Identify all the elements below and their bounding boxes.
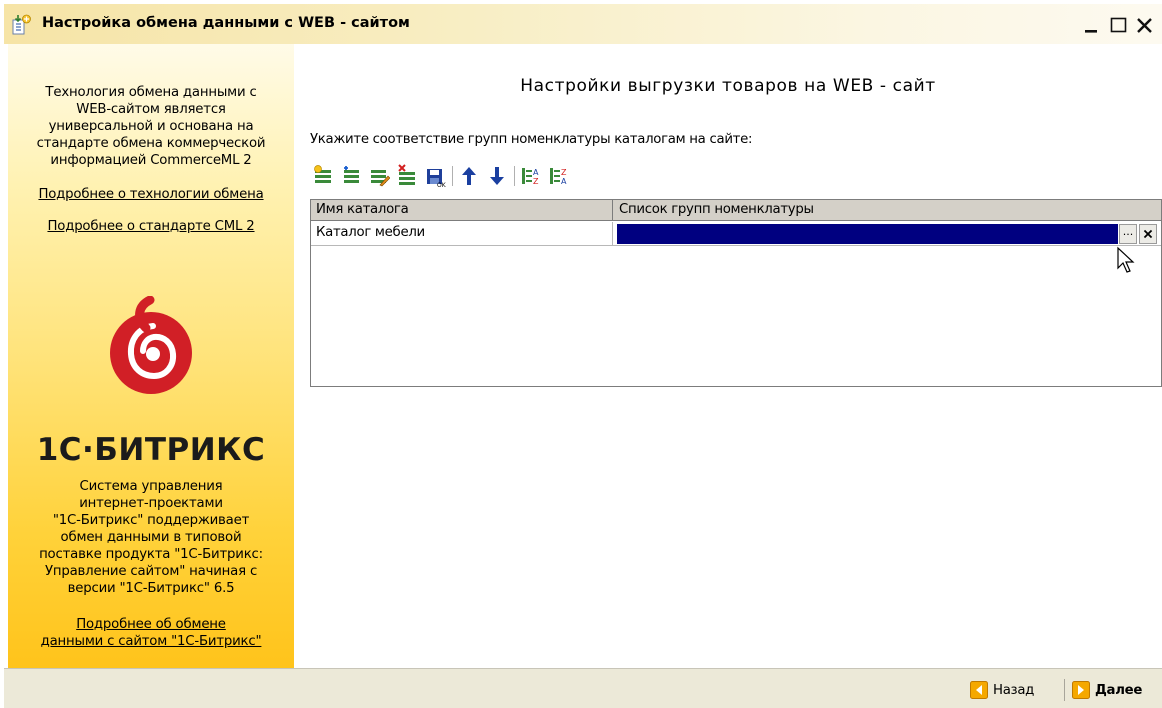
intro-line: информацией CommerceML 2 (50, 153, 252, 168)
instruction-text: Укажите соответствие групп номенклатуры … (310, 132, 753, 147)
close-icon[interactable] (1134, 12, 1156, 36)
edit-row-icon[interactable] (368, 164, 390, 188)
link-technology[interactable]: Подробнее о технологии обмена (8, 186, 294, 203)
column-header-groups[interactable]: Список групп номенклатуры (614, 200, 1161, 220)
select-groups-button[interactable]: ... (1119, 224, 1137, 244)
description-line: "1С-Битрикс" поддерживает (52, 513, 250, 528)
description-line: версии "1С-Битрикс" 6.5 (67, 581, 235, 596)
arrow-right-icon (1072, 681, 1090, 699)
arrow-left-icon (970, 681, 988, 699)
svg-text:A: A (533, 168, 539, 177)
table-row[interactable]: Каталог мебели ... (311, 222, 1161, 246)
svg-text:Z: Z (533, 177, 539, 186)
description-line: Система управления (79, 479, 223, 494)
intro-line: универсальной и основана на (48, 119, 254, 134)
sort-descending-icon[interactable]: Z A (548, 164, 570, 188)
link-cml-standard[interactable]: Подробнее о стандарте CML 2 (8, 218, 294, 235)
catalog-mapping-table: Имя каталога Список групп номенклатуры К… (310, 199, 1162, 387)
link-bitrix-exchange[interactable]: данными с сайтом "1С-Битрикс" (8, 633, 294, 650)
toolbar-separator (514, 166, 515, 186)
move-up-icon[interactable] (458, 164, 480, 188)
intro-line: WEB-сайтом является (76, 102, 226, 117)
title-bar[interactable]: Настройка обмена данными с WEB - сайтом (4, 4, 1162, 44)
groups-input[interactable] (617, 224, 1118, 244)
intro-line: стандарте обмена коммерческой (36, 136, 266, 151)
back-label: Назад (993, 682, 1035, 698)
link-bitrix-exchange[interactable]: Подробнее об обмене (8, 616, 294, 633)
table-toolbar: OK A Z Z A (312, 164, 672, 190)
column-header-catalog-name[interactable]: Имя каталога (311, 200, 613, 220)
footer-separator (1064, 679, 1065, 701)
toolbar-separator (452, 166, 453, 186)
table-header: Имя каталога Список групп номенклатуры (311, 200, 1161, 221)
description-line: обмен данными в типовой (60, 530, 242, 545)
page-title: Настройки выгрузки товаров на WEB - сайт (520, 76, 936, 96)
bitrix-logo-icon (110, 296, 192, 394)
catalog-name-cell[interactable]: Каталог мебели (311, 222, 613, 245)
svg-text:A: A (561, 177, 567, 186)
wizard-footer: Назад Далее (4, 668, 1162, 708)
window-title: Настройка обмена данными с WEB - сайтом (42, 15, 410, 31)
description-line: поставке продукта "1С-Битрикс: (39, 547, 263, 562)
description-line: интернет-проектами (79, 496, 223, 511)
add-row-icon[interactable] (312, 164, 334, 188)
intro-line: Технология обмена данными с (45, 85, 257, 100)
delete-row-icon[interactable] (396, 164, 418, 188)
exchange-settings-window: Настройка обмена данными с WEB - сайтом … (4, 4, 1162, 708)
end-edit-icon[interactable]: OK (424, 164, 446, 188)
groups-cell[interactable]: ... (614, 222, 1161, 245)
mouse-pointer-icon (1117, 246, 1135, 273)
import-export-icon (12, 14, 31, 35)
clear-icon[interactable] (1139, 224, 1157, 244)
copy-row-icon[interactable] (340, 164, 362, 188)
brand-name: 1С·БИТРИКС (36, 432, 266, 468)
info-sidebar: Технология обмена данными с WEB-сайтом я… (8, 44, 294, 672)
next-button[interactable]: Далее (1072, 679, 1142, 701)
description-line: Управление сайтом" начиная с (44, 564, 258, 579)
maximize-icon[interactable] (1108, 12, 1130, 36)
svg-text:Z: Z (561, 168, 567, 177)
next-label: Далее (1095, 682, 1143, 698)
svg-text:OK: OK (437, 182, 446, 188)
move-down-icon[interactable] (486, 164, 508, 188)
minimize-icon[interactable] (1082, 12, 1104, 36)
sort-ascending-icon[interactable]: A Z (520, 164, 542, 188)
back-button[interactable]: Назад (970, 679, 1034, 701)
